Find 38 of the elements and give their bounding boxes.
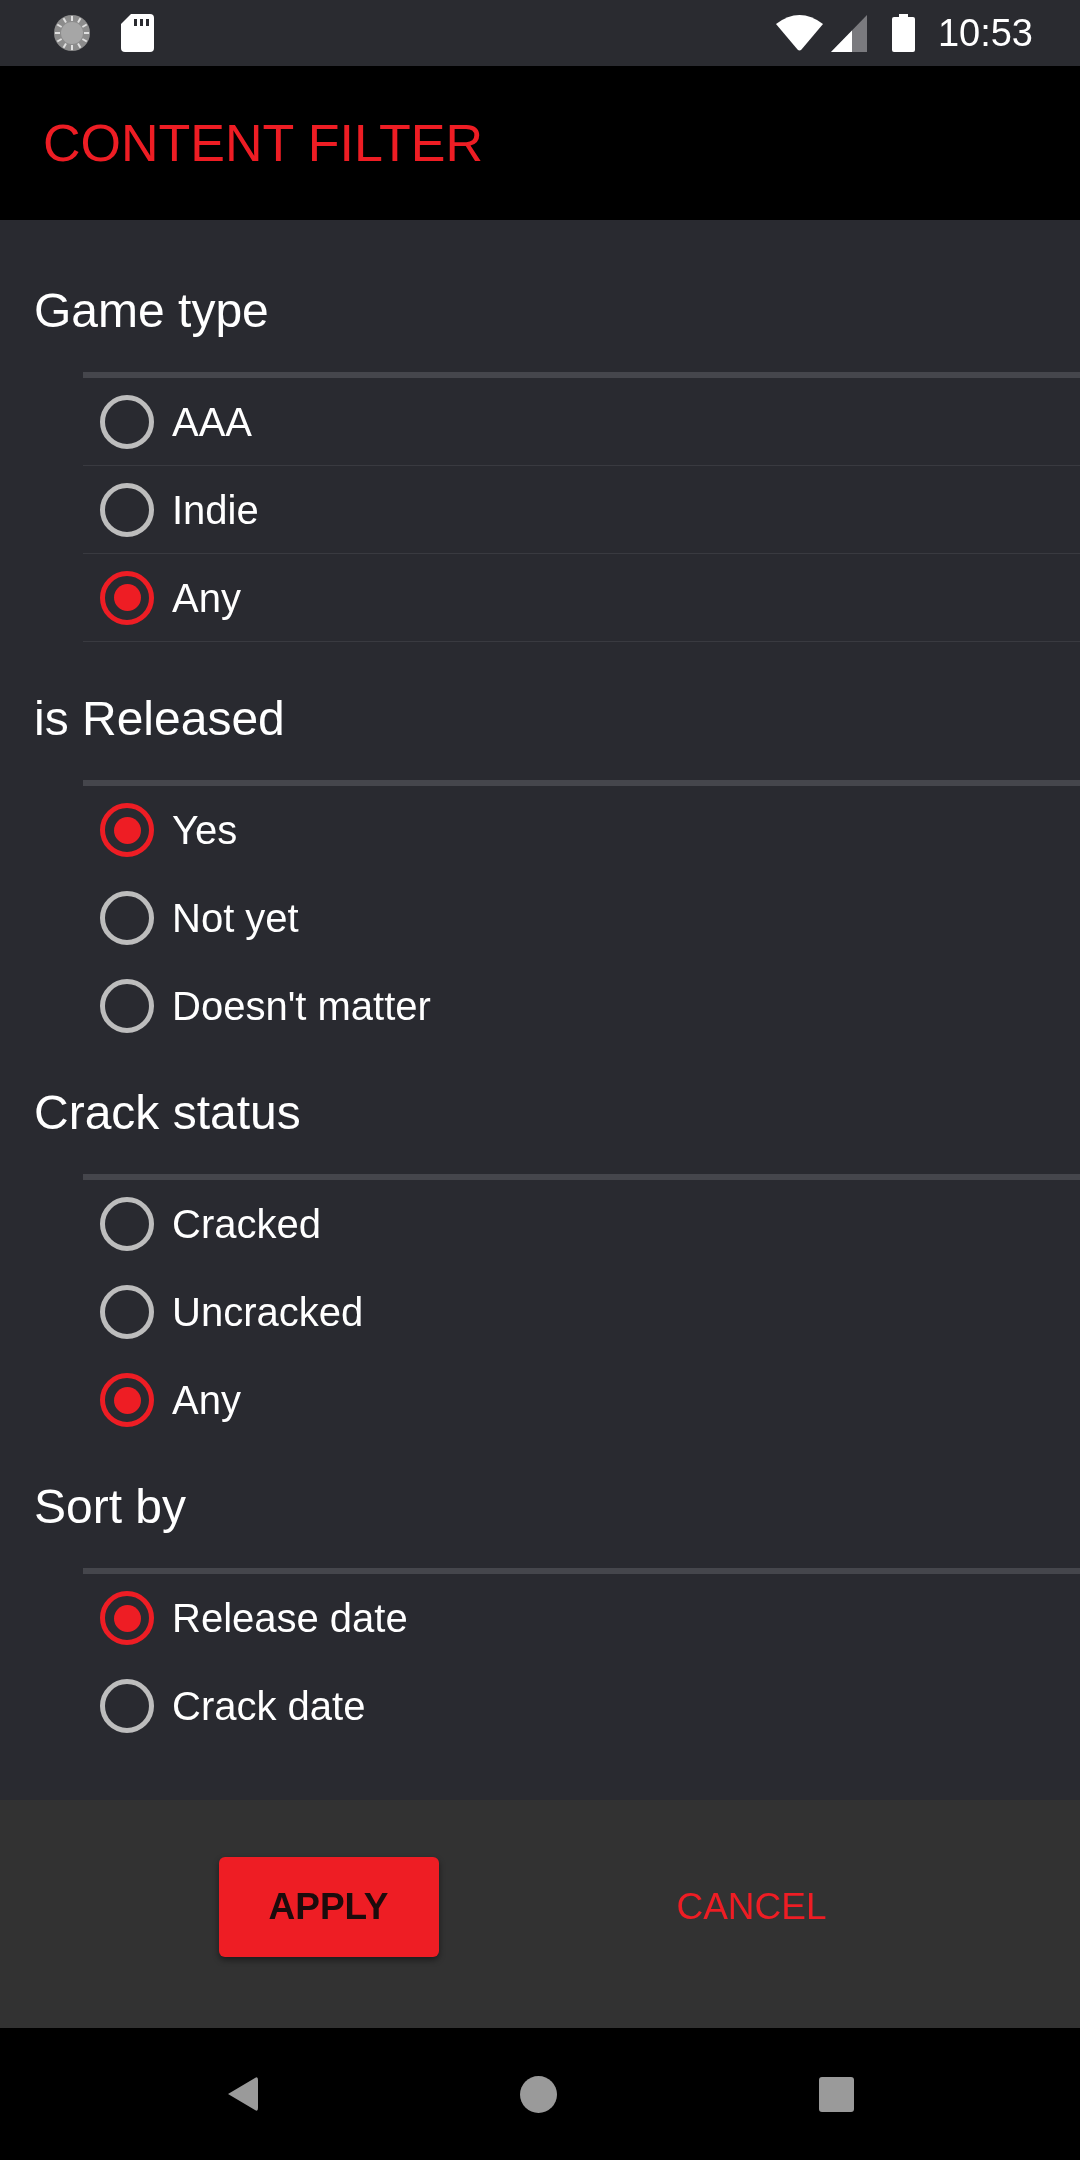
cancel-button[interactable]: CANCEL: [641, 1857, 862, 1957]
option-label: Not yet: [172, 895, 299, 942]
radio-button[interactable]: [100, 803, 154, 857]
radio-button[interactable]: [100, 570, 154, 625]
radio-button[interactable]: [100, 891, 154, 945]
section-title: Game type: [34, 284, 269, 337]
radio-button[interactable]: [100, 1679, 154, 1733]
screen-title: CONTENT FILTER: [43, 117, 484, 169]
clock-time: 10:53: [937, 14, 1033, 52]
option-label: Any: [172, 1377, 241, 1424]
radio-button[interactable]: [100, 1373, 154, 1427]
sd-card-icon: [121, 14, 154, 52]
option-label: Cracked: [172, 1201, 321, 1248]
option-label: Any: [172, 574, 241, 622]
back-icon[interactable]: [226, 2076, 258, 2112]
wifi-icon: [775, 15, 823, 51]
apply-button[interactable]: APPLY: [218, 1857, 439, 1957]
option-label: Uncracked: [172, 1289, 364, 1336]
section-title: Crack status: [34, 1086, 301, 1139]
home-icon[interactable]: [520, 2075, 557, 2113]
radio-button[interactable]: [100, 1197, 154, 1251]
option-label: Crack date: [172, 1683, 366, 1730]
option-label: Doesn't matter: [172, 983, 431, 1030]
radio-button[interactable]: [100, 1285, 154, 1339]
signal-icon: [830, 14, 867, 52]
radio-button[interactable]: [100, 394, 154, 449]
option-label: Yes: [172, 807, 238, 854]
option-label: Release date: [172, 1595, 408, 1642]
battery-icon: [891, 14, 915, 52]
recents-icon[interactable]: [819, 2076, 854, 2112]
option-label: AAA: [172, 398, 253, 446]
radio-button[interactable]: [100, 979, 154, 1033]
spinner-icon: [53, 14, 91, 52]
section-title: is Released: [34, 692, 285, 745]
section-title: Sort by: [34, 1480, 187, 1533]
radio-button[interactable]: [100, 482, 154, 537]
option-label: Indie: [172, 486, 259, 534]
radio-button[interactable]: [100, 1591, 154, 1645]
